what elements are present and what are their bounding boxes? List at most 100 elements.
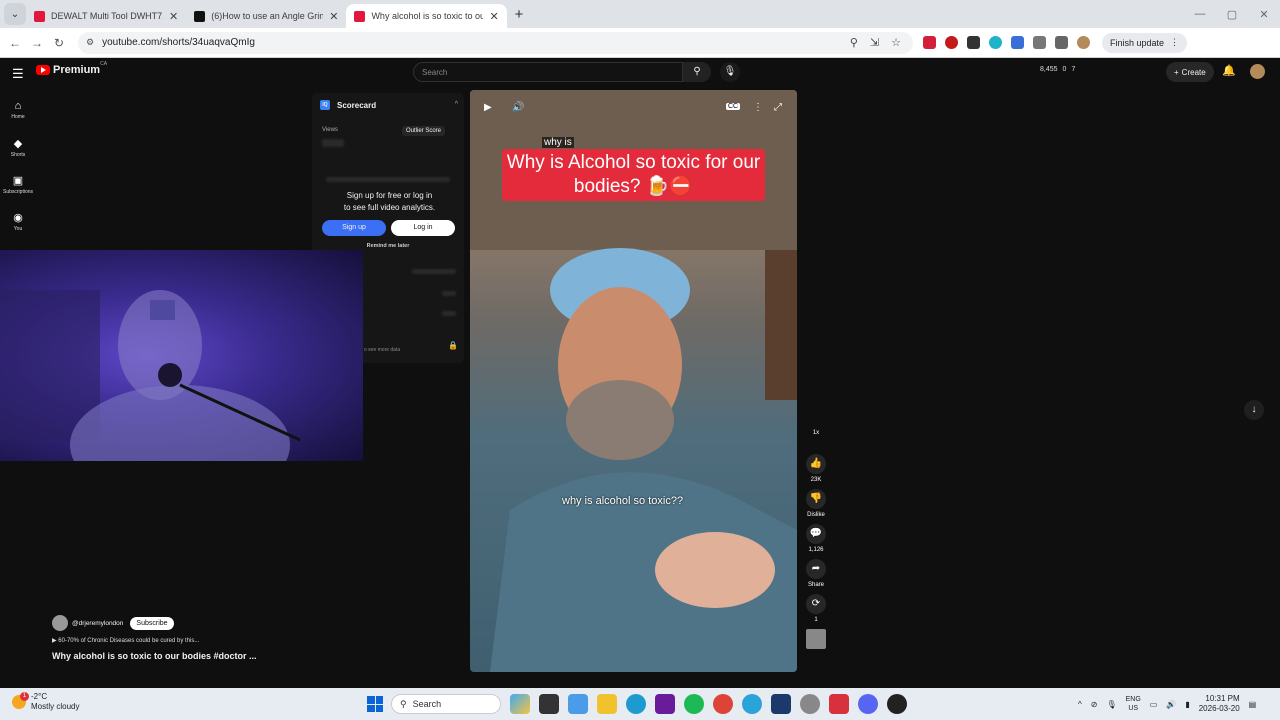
subscribe-button[interactable]: Subscribe <box>130 616 174 630</box>
channel-handle[interactable]: @drjeremylondon <box>72 620 123 627</box>
mic-tray-icon[interactable]: 🎙 <box>1106 700 1116 709</box>
extension-4-icon[interactable] <box>989 36 1002 49</box>
comments-button[interactable]: 💬 1,126 <box>802 524 830 553</box>
voice-search-button[interactable]: 🎙 <box>720 62 740 82</box>
weather-widget[interactable]: 1 -2°C Mostly cloudy <box>12 692 79 712</box>
browser-tab-2[interactable]: (6)How to use an Angle Grinder ✕ <box>186 4 346 28</box>
tab-search-menu[interactable]: ⌄ <box>4 3 26 25</box>
play-icon[interactable]: ▶ <box>484 102 492 113</box>
scorecard-header[interactable]: IQ Scorecard <box>320 100 376 110</box>
like-button[interactable]: 👍 23K <box>802 454 830 483</box>
forward-icon[interactable]: → <box>26 36 48 50</box>
stat-a: 8,455 <box>1040 66 1058 73</box>
back-icon[interactable]: ← <box>4 36 26 50</box>
extensions-area <box>923 36 1090 49</box>
dislike-button[interactable]: 👎 Dislike <box>802 489 830 518</box>
close-window-icon[interactable]: ✕ <box>1248 8 1280 21</box>
obs-icon[interactable] <box>887 694 907 714</box>
bookmark-star-icon[interactable]: ☆ <box>891 36 901 49</box>
video-title[interactable]: Why alcohol is so toxic to our bodies #d… <box>52 651 257 661</box>
vpn-icon[interactable]: ⊘ <box>1091 700 1098 709</box>
kebab-menu-icon[interactable]: ⋮ <box>1170 37 1179 48</box>
edge-icon[interactable] <box>626 694 646 714</box>
extension-3-icon[interactable] <box>967 36 980 49</box>
battery-icon[interactable]: ▮ <box>1185 700 1189 709</box>
sound-thumbnail[interactable] <box>802 629 830 649</box>
search-input[interactable]: Search <box>413 62 683 82</box>
chrome-icon[interactable] <box>713 694 733 714</box>
volume-tray-icon[interactable]: 🔊 <box>1166 700 1176 709</box>
telegram-icon[interactable] <box>742 694 762 714</box>
remix-button[interactable]: ⟳ 1 <box>802 594 830 623</box>
notification-center-icon[interactable]: ▤ <box>1249 700 1257 709</box>
captions-icon[interactable]: CC <box>726 103 741 110</box>
create-label: Create <box>1181 67 1206 77</box>
spotify-icon[interactable] <box>684 694 704 714</box>
shorts-video-player[interactable]: ▶ 🔊 CC ⋮ ⤢ why is Why is Alcohol so toxi… <box>470 90 797 672</box>
volume-icon[interactable]: 🔊 <box>512 102 524 113</box>
copilot-icon[interactable] <box>510 694 530 714</box>
extension-2-icon[interactable] <box>945 36 958 49</box>
task-view-icon[interactable] <box>539 694 559 714</box>
clock[interactable]: 10:31 PM 2026-03-20 <box>1199 694 1240 714</box>
network-icon[interactable]: ▭ <box>1150 700 1158 709</box>
browser-tab-1[interactable]: DEWALT Multi Tool DWHT7184 ✕ <box>26 4 186 28</box>
omnibox[interactable]: ⚙ youtube.com/shorts/34uaqvaQmIg ⚲ ⇲ ☆ <box>78 31 913 54</box>
reload-icon[interactable]: ↻ <box>48 36 70 50</box>
minimize-icon[interactable]: — <box>1184 8 1216 20</box>
nzxt-icon[interactable] <box>655 694 675 714</box>
subscriptions-icon: ▣ <box>12 175 24 187</box>
lang-2: US <box>1128 705 1139 712</box>
taskbar-search[interactable]: ⚲ Search <box>391 694 501 714</box>
close-tab-icon[interactable]: ✕ <box>489 10 498 23</box>
browser-tab-3[interactable]: Why alcohol is so toxic to our b ✕ <box>346 4 507 28</box>
weather-desc: Mostly cloudy <box>31 702 80 711</box>
photos-icon[interactable] <box>568 694 588 714</box>
blurred-row <box>412 269 456 274</box>
extension-5-icon[interactable] <box>1011 36 1024 49</box>
zoom-icon[interactable]: ⚲ <box>850 36 858 49</box>
prompt-line-2: to see full video analytics. <box>343 203 436 212</box>
snipping-icon[interactable] <box>829 694 849 714</box>
share-button[interactable]: ➦ Share <box>802 559 830 588</box>
site-info-icon[interactable]: ⚙ <box>86 37 94 48</box>
settings-icon[interactable] <box>800 694 820 714</box>
collapse-chevron-icon[interactable]: ^ <box>455 101 458 108</box>
remind-later-link[interactable]: Remind me later <box>312 243 464 249</box>
notifications-bell-icon[interactable]: 🔔 <box>1222 64 1236 77</box>
install-icon[interactable]: ⇲ <box>870 36 879 49</box>
file-explorer-icon[interactable] <box>597 694 617 714</box>
search-button[interactable]: ⚲ <box>683 62 711 82</box>
youtube-logo[interactable]: Premium CA <box>36 61 107 76</box>
profile-avatar-icon[interactable] <box>1077 36 1090 49</box>
nav-shorts[interactable]: ◆ Shorts <box>2 134 34 158</box>
language-indicator[interactable]: ENG US <box>1126 695 1141 713</box>
speed-indicator[interactable]: 1x <box>802 430 830 436</box>
login-button[interactable]: Log in <box>391 220 455 236</box>
extension-1-icon[interactable] <box>923 36 936 49</box>
maximize-icon[interactable]: ▢ <box>1216 8 1248 21</box>
views-label: Views <box>322 127 338 133</box>
nav-subscriptions[interactable]: ▣ Subscriptions <box>2 171 34 195</box>
create-button[interactable]: + Create <box>1166 62 1214 82</box>
signup-button[interactable]: Sign up <box>322 220 386 236</box>
close-tab-icon[interactable]: ✕ <box>329 10 338 23</box>
next-video-arrow-icon[interactable]: ↓ <box>1244 400 1264 420</box>
hamburger-menu-icon[interactable]: ☰ <box>12 66 24 82</box>
close-tab-icon[interactable]: ✕ <box>169 10 178 23</box>
windows-start-icon[interactable] <box>367 696 383 712</box>
finish-update-button[interactable]: Finish update ⋮ <box>1102 32 1188 53</box>
reading-list-icon[interactable] <box>1055 36 1068 49</box>
nav-you[interactable]: ◉ You <box>2 208 34 232</box>
new-tab-icon[interactable]: + <box>515 6 524 23</box>
tray-overflow-icon[interactable]: ^ <box>1078 700 1082 709</box>
channel-avatar[interactable] <box>52 615 68 631</box>
extensions-puzzle-icon[interactable] <box>1033 36 1046 49</box>
discord-icon[interactable] <box>858 694 878 714</box>
app-icon[interactable] <box>771 694 791 714</box>
account-avatar[interactable] <box>1250 64 1265 79</box>
context-link[interactable]: ▶ 60-70% of Chronic Diseases could be cu… <box>52 637 199 644</box>
more-options-icon[interactable]: ⋮ <box>753 102 763 113</box>
fullscreen-icon[interactable]: ⤢ <box>774 102 782 113</box>
nav-home[interactable]: ⌂ Home <box>2 96 34 120</box>
